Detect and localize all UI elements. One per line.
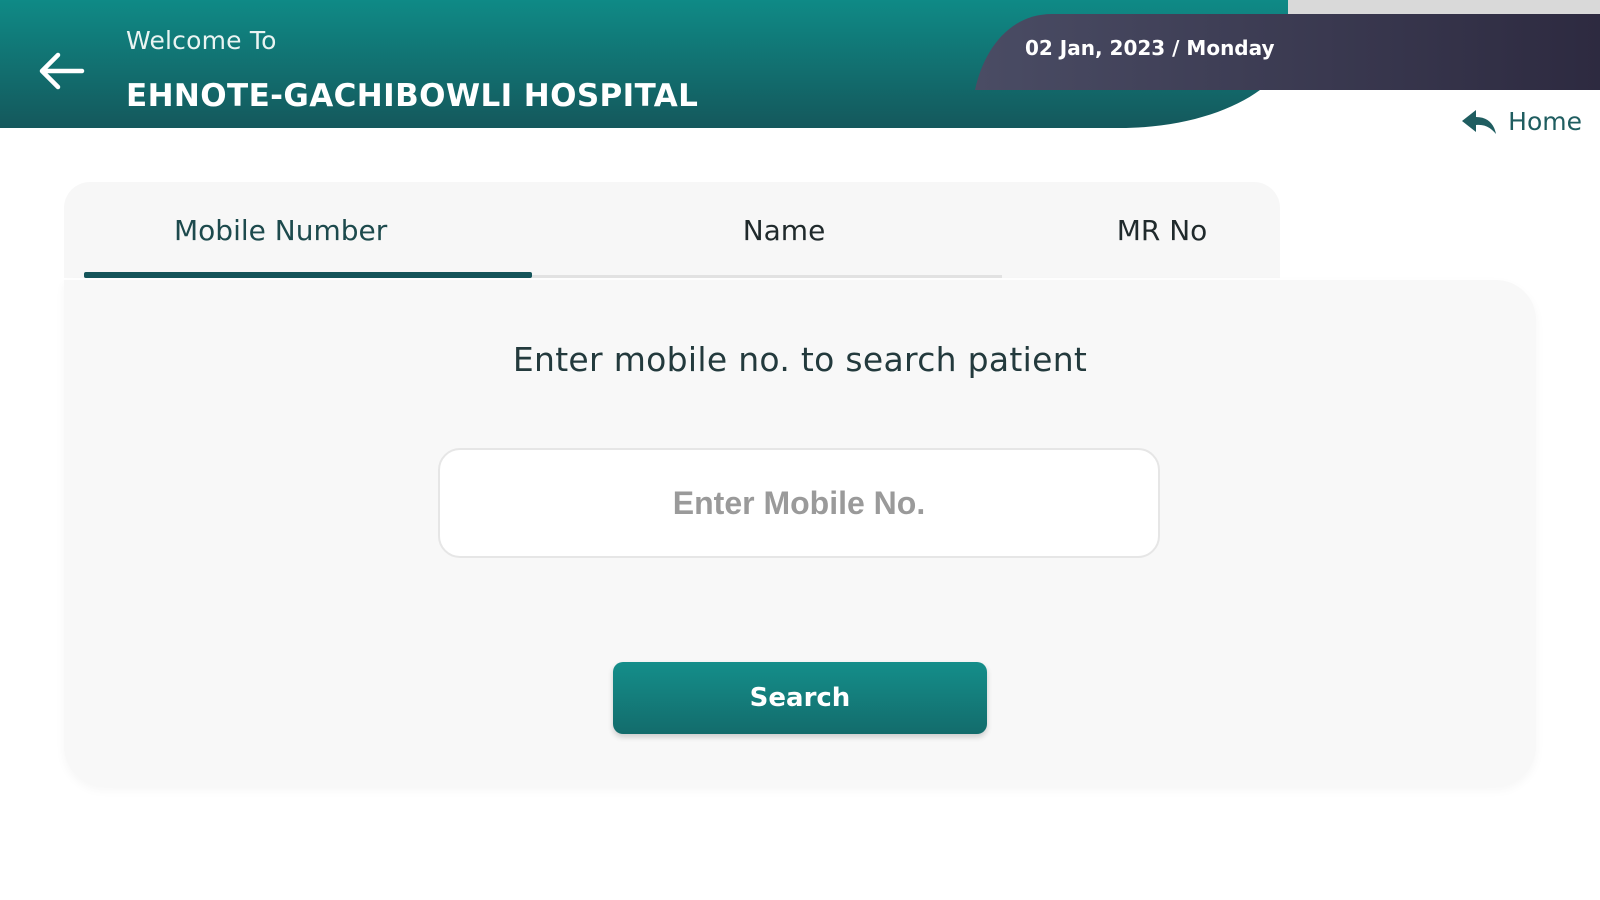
tab-mobile-number[interactable]: Mobile Number (84, 182, 534, 278)
hospital-name: EHNOTE-GACHIBOWLI HOSPITAL (126, 78, 699, 114)
search-card: Enter mobile no. to search patient Searc… (64, 280, 1536, 786)
back-button[interactable] (34, 48, 88, 94)
reply-arrow-icon (1462, 109, 1497, 134)
active-tab-indicator (84, 272, 532, 278)
patient-search-screen: Welcome To EHNOTE-GACHIBOWLI HOSPITAL 02… (0, 0, 1600, 900)
tab-mr-no[interactable]: MR No (1044, 182, 1280, 278)
search-prompt: Enter mobile no. to search patient (512, 340, 1088, 379)
arrow-left-icon (39, 52, 85, 90)
search-button[interactable]: Search (613, 662, 987, 734)
home-label: Home (1508, 107, 1582, 136)
search-tabs: Mobile Number Name MR No (64, 182, 1280, 278)
mobile-number-input[interactable] (438, 448, 1160, 558)
tab-name[interactable]: Name (564, 182, 1004, 278)
header-background (0, 0, 1600, 128)
welcome-text: Welcome To (126, 26, 277, 55)
home-link[interactable]: Home (1460, 107, 1582, 136)
date-display: 02 Jan, 2023 / Monday (1025, 36, 1275, 60)
